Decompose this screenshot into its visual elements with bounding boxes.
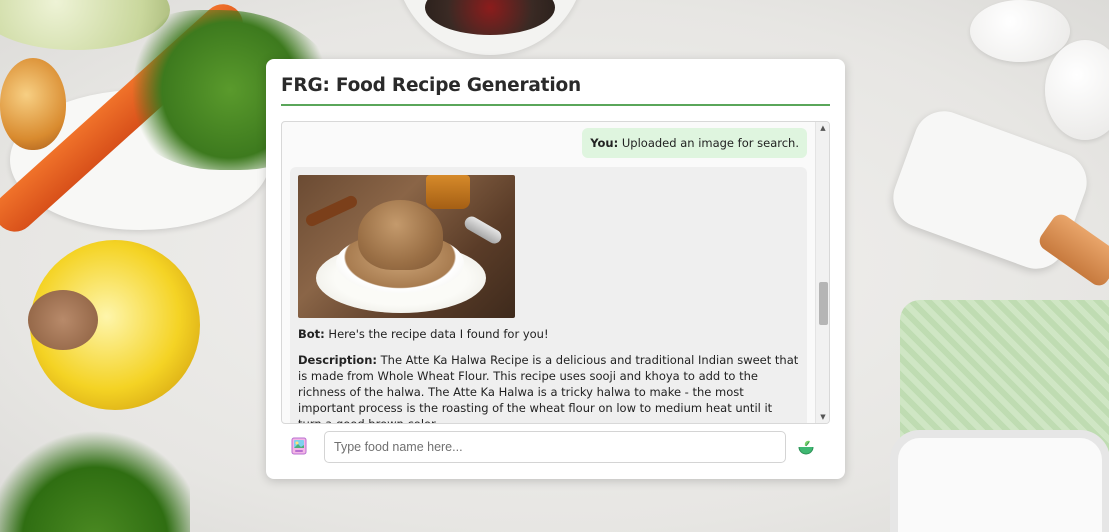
scrollbar-thumb[interactable] — [819, 282, 828, 325]
description-label: Description: — [298, 353, 377, 367]
input-row — [281, 431, 830, 465]
image-halwa — [358, 200, 443, 270]
cork-decoration — [28, 290, 98, 350]
food-search-input[interactable] — [324, 431, 786, 463]
result-food-image — [298, 175, 515, 318]
image-cup — [426, 175, 470, 209]
herbs-decoration — [0, 430, 190, 532]
user-message-text: Uploaded an image for search. — [621, 136, 799, 150]
egg-decoration-2 — [1045, 40, 1109, 140]
chat-scrollbar[interactable]: ▲ ▼ — [815, 122, 829, 423]
chat-messages: You: Uploaded an image for search. Bot: … — [282, 122, 815, 423]
image-upload-icon[interactable] — [291, 437, 307, 455]
chat-window[interactable]: You: Uploaded an image for search. Bot: … — [281, 121, 830, 424]
cinnamon-stick — [304, 193, 359, 229]
page-title: FRG: Food Recipe Generation — [281, 75, 830, 106]
bot-message-sender: Bot: — [298, 327, 325, 341]
bot-message: Bot: Here's the recipe data I found for … — [290, 167, 807, 423]
scroll-up-arrow-icon[interactable]: ▲ — [816, 122, 829, 134]
recipe-description: Description: The Atte Ka Halwa Recipe is… — [298, 352, 799, 423]
user-message-sender: You: — [590, 136, 619, 150]
image-spoon — [462, 213, 504, 247]
send-icon[interactable] — [797, 438, 815, 456]
chat-card: FRG: Food Recipe Generation You: Uploade… — [266, 59, 845, 479]
onion-decoration — [0, 58, 66, 150]
scroll-down-arrow-icon[interactable]: ▼ — [816, 411, 829, 423]
bot-message-text: Here's the recipe data I found for you! — [328, 327, 549, 341]
basket-decoration — [890, 430, 1109, 532]
egg-decoration — [970, 0, 1070, 62]
bot-reply: Bot: Here's the recipe data I found for … — [298, 326, 799, 342]
user-message: You: Uploaded an image for search. — [582, 128, 807, 158]
